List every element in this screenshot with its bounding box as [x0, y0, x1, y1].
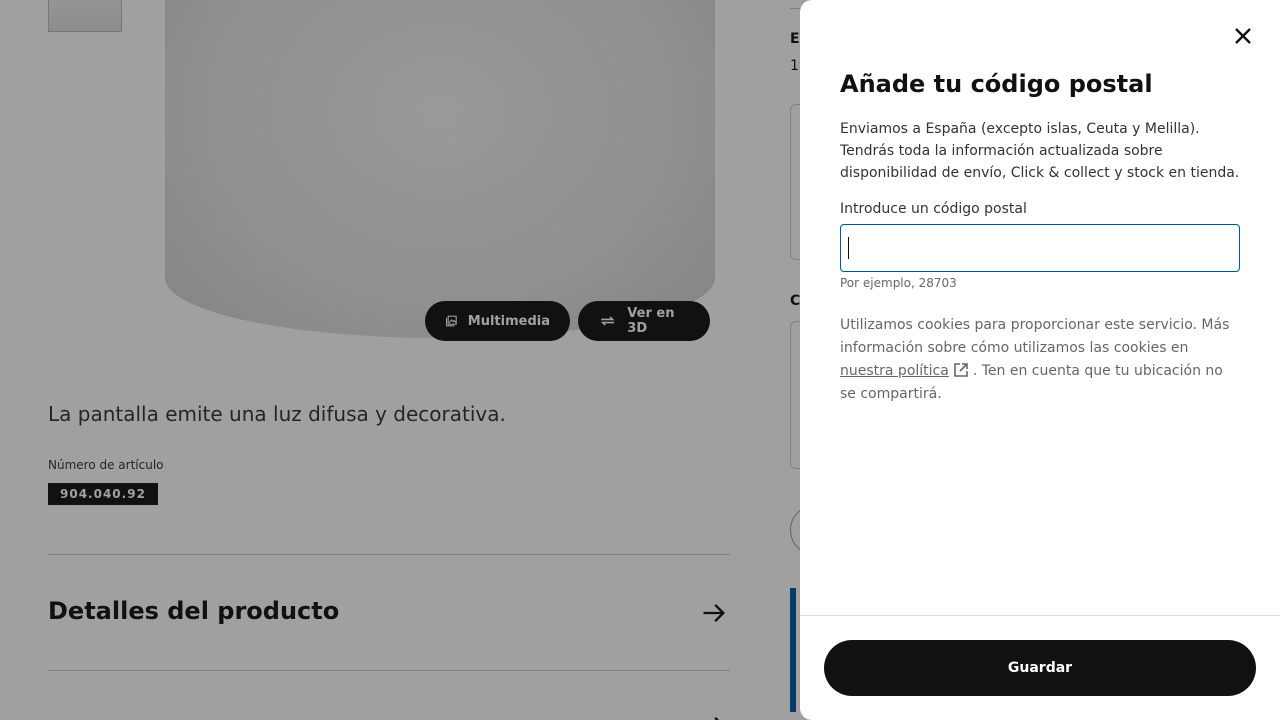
text-caret: [848, 237, 849, 259]
save-button[interactable]: Guardar: [824, 640, 1256, 696]
postal-code-label: Introduce un código postal: [840, 201, 1027, 217]
postal-code-modal: Añade tu código postal Enviamos a España…: [800, 0, 1280, 720]
policy-link[interactable]: nuestra política: [840, 363, 949, 379]
modal-title: Añade tu código postal: [840, 70, 1153, 98]
close-button[interactable]: [1227, 20, 1259, 52]
external-link-icon: [954, 363, 968, 377]
postal-code-input[interactable]: [840, 224, 1240, 272]
cookie-notice: Utilizamos cookies para proporcionar est…: [840, 314, 1240, 406]
cookie-text-before: Utilizamos cookies para proporcionar est…: [840, 317, 1230, 356]
postal-code-helper: Por ejemplo, 28703: [840, 276, 957, 290]
modal-footer-divider: [800, 615, 1280, 616]
close-icon: [1235, 28, 1251, 44]
modal-description: Enviamos a España (excepto islas, Ceuta …: [840, 121, 1240, 181]
